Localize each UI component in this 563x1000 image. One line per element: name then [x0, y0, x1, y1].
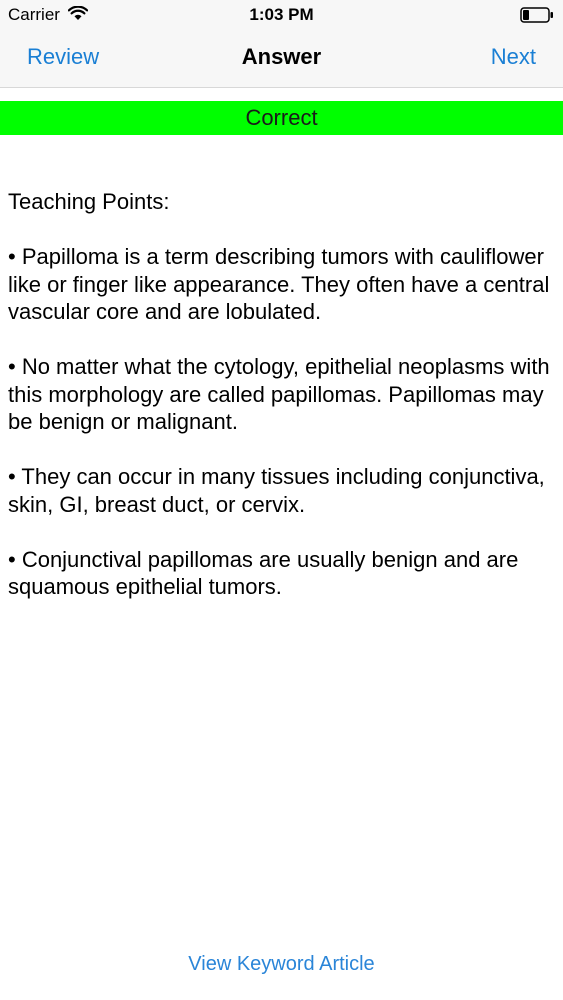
page-title: Answer: [241, 44, 322, 69]
clock-time: 1:03 PM: [249, 5, 314, 24]
teaching-point: • Papilloma is a term describing tumors …: [8, 244, 550, 324]
teaching-point: • Conjunctival papillomas are usually be…: [8, 546, 519, 600]
result-banner: Correct: [0, 101, 563, 135]
teaching-point: • They can occur in many tissues includi…: [8, 464, 545, 517]
answer-screen: Carrier 1:03 PM Review Answer Next Corre…: [0, 0, 563, 1000]
teaching-points: Teaching Points: • Papilloma is a term d…: [8, 188, 558, 628]
teaching-points-heading: Teaching Points:: [8, 189, 170, 214]
next-button[interactable]: Next: [491, 44, 536, 70]
view-keyword-article-link[interactable]: View Keyword Article: [0, 953, 563, 976]
teaching-point: • No matter what the cytology, epithelia…: [8, 354, 550, 434]
navigation-bar: Review Answer Next: [0, 30, 563, 88]
status-bar: Carrier 1:03 PM: [0, 0, 563, 30]
battery-icon: [520, 7, 553, 23]
